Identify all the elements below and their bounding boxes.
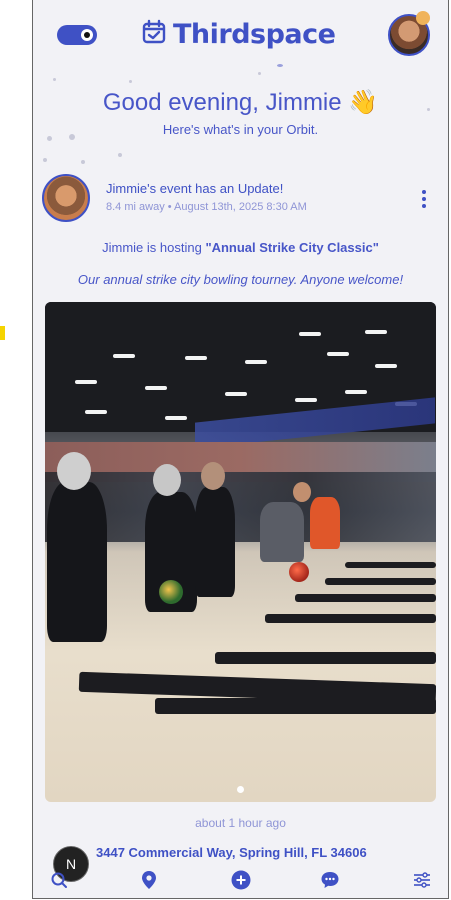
event-description: Our annual strike city bowling tourney. …	[77, 272, 404, 287]
edge-marker	[0, 326, 5, 340]
wave-icon: 👋	[348, 89, 379, 116]
greeting-text: Good evening, Jimmie	[102, 89, 342, 116]
app-frame: Thirdspace Good evening, Jimmie 👋 Here's…	[32, 0, 449, 899]
event-name[interactable]: "Annual Strike City Classic"	[205, 240, 378, 255]
brand-logo[interactable]: Thirdspace	[141, 14, 336, 54]
notification-bell-icon[interactable]	[416, 11, 430, 25]
event-address[interactable]: 3447 Commercial Way, Spring Hill, FL 346…	[96, 845, 367, 860]
add-icon[interactable]	[231, 870, 251, 890]
chat-icon[interactable]	[320, 870, 340, 890]
calendar-check-icon	[141, 19, 167, 50]
brand-name: Thirdspace	[173, 18, 336, 50]
post-title[interactable]: Jimmie's event has an Update!	[106, 181, 283, 196]
hosting-prefix: Jimmie is hosting	[102, 240, 202, 255]
hosting-line: Jimmie is hosting "Annual Strike City Cl…	[33, 240, 448, 255]
post-author-avatar[interactable]	[42, 174, 90, 222]
theme-toggle[interactable]	[57, 25, 97, 45]
filter-icon[interactable]	[412, 870, 432, 890]
search-icon[interactable]	[49, 870, 69, 890]
location-pin-icon[interactable]	[139, 870, 159, 890]
greeting-subtitle: Here's what's in your Orbit.	[162, 122, 319, 137]
toggle-knob	[81, 29, 93, 41]
greeting-title: Good evening, Jimmie 👋	[33, 88, 448, 117]
more-vertical-icon[interactable]	[422, 190, 426, 208]
post-meta: 8.4 mi away • August 13th, 2025 8:30 AM	[106, 201, 307, 213]
event-photo[interactable]	[45, 302, 436, 802]
carousel-indicator[interactable]	[237, 786, 244, 793]
post-time-ago: about 1 hour ago	[195, 816, 286, 830]
